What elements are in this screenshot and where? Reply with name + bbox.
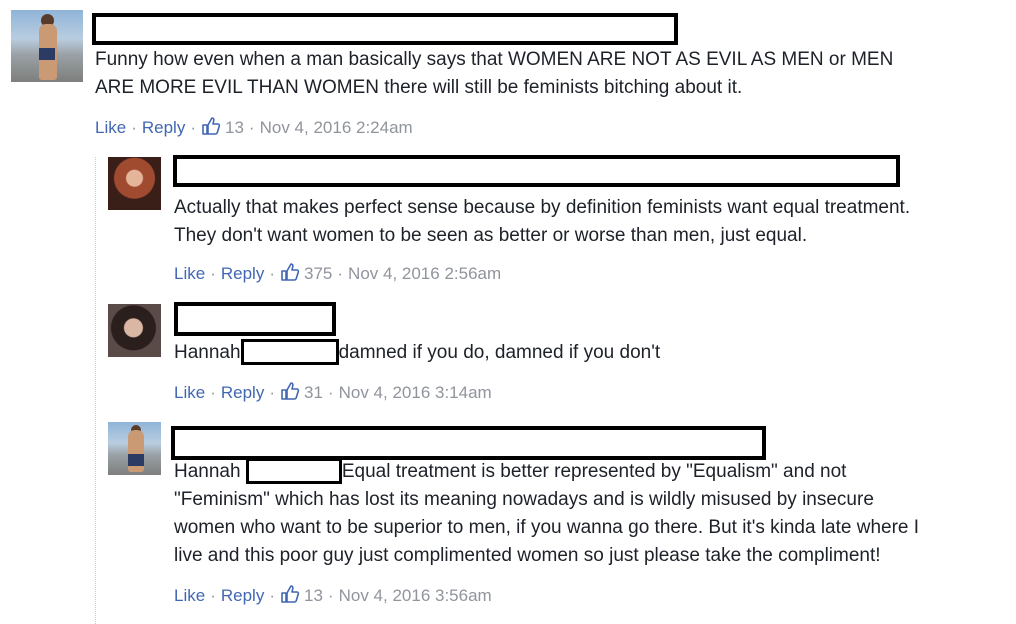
comment-text-line: Hannah Equal treatment is better represe… (174, 458, 919, 486)
comment-text: Hannah Equal treatment is better represe… (174, 458, 919, 570)
thumbs-up-icon[interactable] (201, 116, 221, 142)
comment-text-line: ARE MORE EVIL THAN WOMEN there will stil… (95, 77, 743, 98)
separator: · (210, 383, 216, 402)
comment-text-line: Actually that makes perfect sense becaus… (174, 197, 911, 218)
mention-redacted (245, 458, 342, 484)
comment-text-line: women who want to be superior to men, if… (174, 517, 920, 538)
comment-actions: Like · Reply · 13 · Nov 4, 2016 3:56am (174, 584, 492, 610)
avatar[interactable] (11, 10, 83, 82)
author-name-redacted[interactable] (171, 426, 766, 460)
thumbs-up-icon[interactable] (280, 262, 300, 288)
mention-link[interactable]: Hannah (174, 342, 241, 363)
comment-text: Actually that makes perfect sense becaus… (174, 194, 910, 250)
like-count: 31 (304, 383, 323, 402)
mention-redacted (240, 339, 339, 365)
separator: · (269, 264, 275, 283)
comment-actions: Like · Reply · 31 · Nov 4, 2016 3:14am (174, 381, 492, 407)
like-link[interactable]: Like (174, 586, 205, 605)
separator: · (269, 586, 275, 605)
author-name-redacted[interactable] (92, 13, 678, 45)
reply-thread-line (95, 157, 96, 624)
like-link[interactable]: Like (174, 383, 205, 402)
separator: · (337, 264, 344, 283)
like-count: 13 (304, 586, 323, 605)
like-link[interactable]: Like (95, 118, 126, 137)
mention-link[interactable]: Hannah (174, 461, 241, 482)
separator: · (210, 586, 216, 605)
separator: · (248, 118, 255, 137)
avatar[interactable] (108, 304, 161, 357)
thumbs-up-icon[interactable] (280, 381, 300, 407)
comment-text: Funny how even when a man basically says… (95, 46, 893, 102)
comment-text-line: They don't want women to be seen as bett… (174, 225, 808, 246)
like-link[interactable]: Like (174, 264, 205, 283)
author-name-redacted[interactable] (173, 155, 900, 187)
reply-link[interactable]: Reply (221, 383, 264, 402)
reply-link[interactable]: Reply (142, 118, 185, 137)
comment-text-segment: Equal treatment is better represented by… (341, 461, 847, 482)
timestamp[interactable]: Nov 4, 2016 3:56am (339, 586, 492, 605)
like-count: 13 (225, 118, 244, 137)
separator: · (190, 118, 196, 137)
reply-link[interactable]: Reply (221, 586, 264, 605)
comment-text-line: "Feminism" which has lost its meaning no… (174, 489, 874, 510)
separator: · (269, 383, 275, 402)
timestamp[interactable]: Nov 4, 2016 2:56am (348, 264, 501, 283)
comment-text: Hannah damned if you do, damned if you do… (174, 339, 660, 367)
reply-link[interactable]: Reply (221, 264, 264, 283)
comment-text-line: live and this poor guy just complimented… (174, 545, 881, 566)
avatar[interactable] (108, 157, 161, 210)
timestamp[interactable]: Nov 4, 2016 2:24am (260, 118, 413, 137)
comment-actions: Like · Reply · 375 · Nov 4, 2016 2:56am (174, 262, 501, 288)
avatar[interactable] (108, 422, 161, 475)
separator: · (131, 118, 137, 137)
comment-text-line: damned if you do, damned if you don't (338, 342, 661, 363)
separator: · (210, 264, 216, 283)
comment-text-line: Funny how even when a man basically says… (95, 49, 894, 70)
separator: · (327, 586, 334, 605)
author-name-redacted[interactable] (174, 302, 336, 336)
like-count: 375 (304, 264, 333, 283)
comment-actions: Like · Reply · 13 · Nov 4, 2016 2:24am (95, 116, 413, 142)
thumbs-up-icon[interactable] (280, 584, 300, 610)
timestamp[interactable]: Nov 4, 2016 3:14am (339, 383, 492, 402)
separator: · (327, 383, 334, 402)
